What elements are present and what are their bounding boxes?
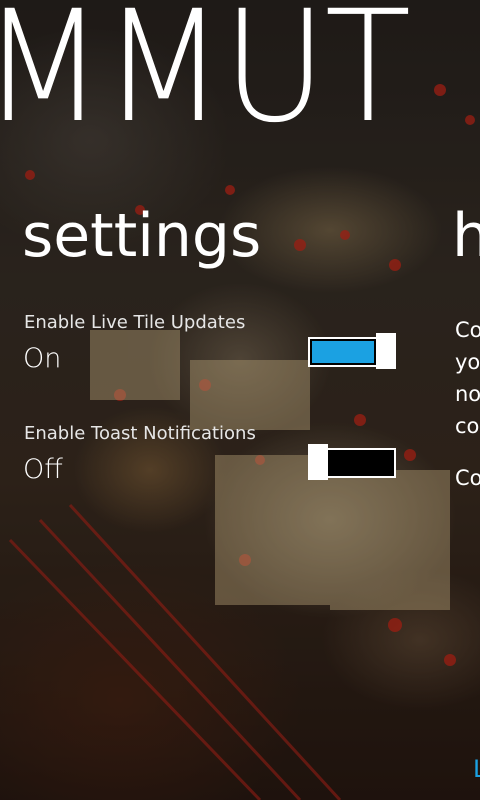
toast-toggle[interactable] xyxy=(308,444,396,480)
toast-state: Off xyxy=(23,454,63,485)
live-tile-state: On xyxy=(23,343,62,374)
panorama-title: MMUT xyxy=(0,0,411,157)
peek-line: co xyxy=(455,414,480,438)
next-section-title[interactable]: h xyxy=(452,196,480,276)
peek-panel-second-paragraph: Co xyxy=(455,466,480,490)
live-tile-toggle[interactable] xyxy=(308,333,396,369)
peek-line: no xyxy=(455,382,480,406)
peek-line: Co xyxy=(455,318,480,342)
settings-section-title: settings xyxy=(22,201,262,271)
live-tile-setting-row: Enable Live Tile Updates On xyxy=(0,310,480,390)
peek-panel-paragraph: Co yo no co xyxy=(455,314,480,442)
toast-setting-row: Enable Toast Notifications Off xyxy=(0,421,480,501)
toggle-thumb[interactable] xyxy=(376,333,396,369)
peek-panel-link[interactable]: L xyxy=(473,752,480,786)
toggle-thumb[interactable] xyxy=(308,444,328,480)
toast-label: Enable Toast Notifications xyxy=(24,423,256,444)
toggle-fill xyxy=(312,341,374,363)
peek-line: yo xyxy=(455,350,480,374)
live-tile-label: Enable Live Tile Updates xyxy=(24,312,246,333)
